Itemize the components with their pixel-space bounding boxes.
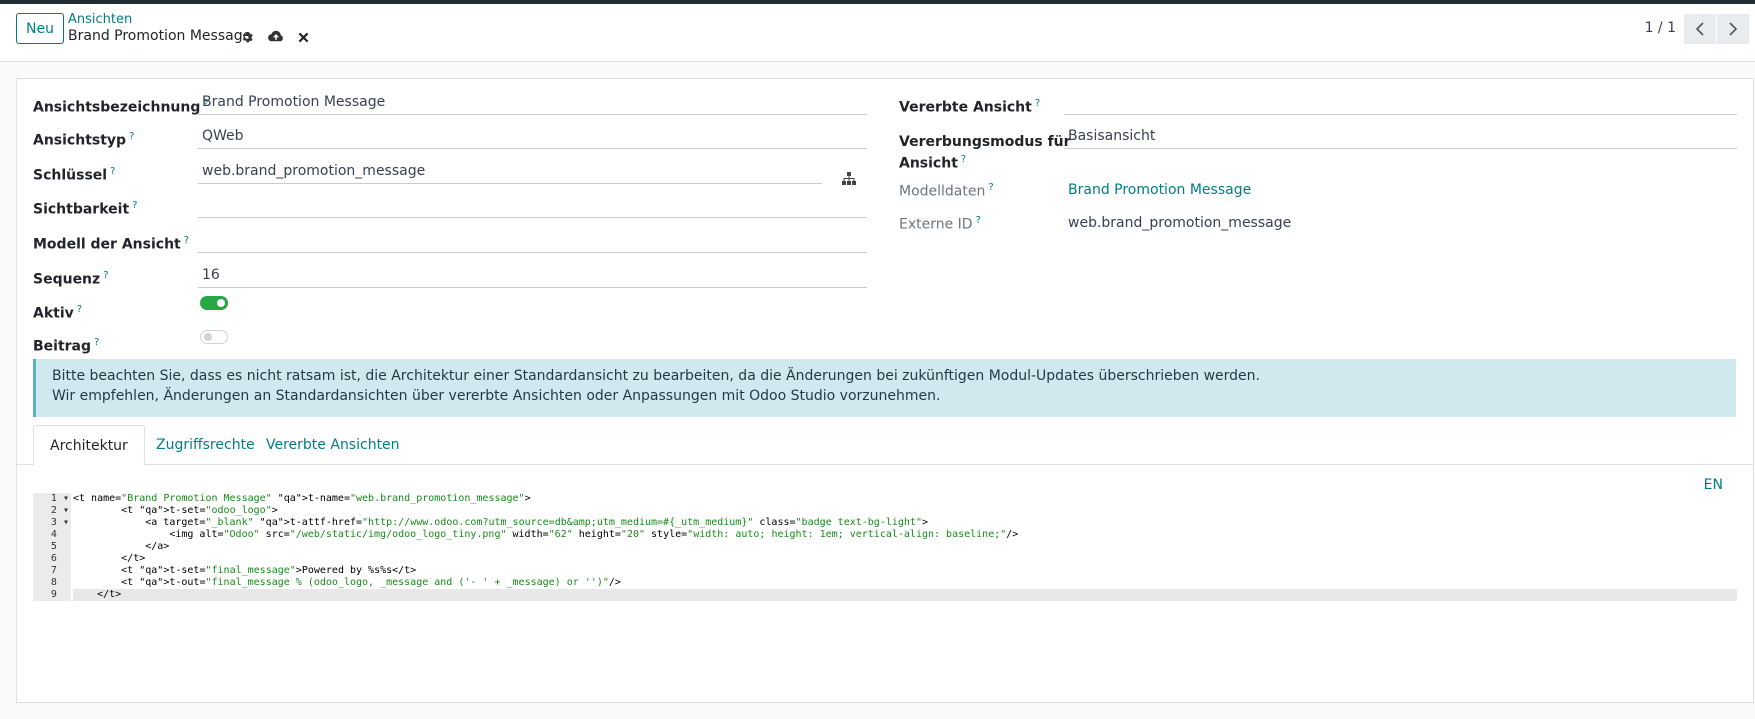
gutter-line: 6 [50, 553, 57, 564]
inheritance-mode-label: Vererbungsmodus für Ansicht? [899, 134, 1071, 172]
gutter-line: 1 ▾ [50, 493, 69, 504]
contribution-toggle[interactable] [200, 330, 228, 344]
visibility-field[interactable] [198, 191, 867, 218]
gutter-line: 8 [50, 577, 57, 588]
code-line[interactable]: <t "qa">t-out="final_message % (odoo_log… [73, 577, 1737, 589]
key-field[interactable]: web.brand_promotion_message [198, 157, 822, 184]
sequence-field[interactable]: 16 [198, 261, 867, 288]
language-button[interactable]: EN [1704, 477, 1723, 493]
pager-next-button[interactable] [1717, 14, 1749, 44]
control-panel: Neu Ansichten Brand Promotion Message 1 … [0, 4, 1755, 62]
code-line-current[interactable]: </t> [73, 589, 1737, 601]
form-sheet: Ansichtsbezeichnung? Brand Promotion Mes… [16, 78, 1754, 703]
discard-close-icon[interactable] [297, 31, 309, 43]
code-line[interactable]: </a> [73, 541, 1737, 553]
breadcrumb-ansichten[interactable]: Ansichten [68, 12, 132, 27]
inherited-view-field[interactable] [1064, 88, 1737, 115]
cloud-upload-icon[interactable] [268, 29, 284, 43]
external-id-value: web.brand_promotion_message [1068, 215, 1292, 231]
code-line[interactable]: <a target="_blank" "qa">t-attf-href="htt… [73, 517, 1737, 529]
pager-previous-button[interactable] [1684, 14, 1716, 44]
contribution-label: Beitrag? [33, 337, 100, 355]
view-type-label: Ansichtstyp? [33, 131, 135, 149]
model-data-link[interactable]: Brand Promotion Message [1068, 182, 1251, 198]
code-line[interactable]: </t> [73, 553, 1737, 565]
notebook-tabs: Architektur Zugriffsrechte Vererbte Ansi… [17, 425, 1753, 466]
alert-line-1: Bitte beachten Sie, dass es nicht ratsam… [52, 368, 1260, 384]
view-name-field[interactable]: Brand Promotion Message [198, 88, 867, 115]
view-model-label: Modell der Ansicht? [33, 235, 190, 253]
gutter-line: 3 ▾ [50, 517, 69, 528]
code-line[interactable]: <t "qa">t-set="odoo_logo"> [73, 505, 1737, 517]
record-title: Brand Promotion Message [68, 28, 252, 44]
gutter-line: 9 [50, 589, 57, 600]
code-line[interactable]: <img alt="Odoo" src="/web/static/img/odo… [73, 529, 1737, 541]
gutter-line: 5 [50, 541, 57, 552]
alert-line-2: Wir empfehlen, Änderungen an Standardans… [52, 388, 941, 404]
gear-icon[interactable] [240, 30, 254, 44]
active-label: Aktiv? [33, 304, 83, 322]
model-data-label: Modelldaten? [899, 182, 994, 200]
code-line[interactable]: <t name="Brand Promotion Message" "qa">t… [73, 493, 1737, 505]
gutter-line: 7 [50, 565, 57, 576]
new-button[interactable]: Neu [16, 13, 64, 44]
external-id-label: Externe ID? [899, 215, 981, 233]
active-toggle[interactable] [200, 296, 228, 310]
visibility-label: Sichtbarkeit? [33, 200, 138, 218]
code-line[interactable]: <t "qa">t-set="final_message">Powered by… [73, 565, 1737, 577]
key-label: Schlüssel? [33, 166, 116, 184]
view-name-label: Ansichtsbezeichnung? [33, 98, 209, 116]
tab-architecture[interactable]: Architektur [33, 425, 145, 466]
inherited-view-label: Vererbte Ansicht? [899, 98, 1041, 116]
code-editor[interactable]: 1 ▾ 2 ▾ 3 ▾ 4 5 6 7 8 9 <t name="Brand P… [33, 493, 1737, 613]
pager-value[interactable]: 1 / 1 [1645, 20, 1676, 36]
gutter-line: 2 ▾ [50, 505, 69, 516]
editor-gutter: 1 ▾ 2 ▾ 3 ▾ 4 5 6 7 8 9 [33, 493, 71, 601]
tab-inherited-views[interactable]: Vererbte Ansichten [250, 425, 416, 465]
inheritance-mode-field[interactable]: Basisansicht [1064, 122, 1737, 149]
sequence-label: Sequenz? [33, 270, 109, 288]
sitemap-icon[interactable] [841, 171, 857, 185]
gutter-line: 4 [50, 529, 57, 540]
view-type-field[interactable]: QWeb [198, 122, 867, 149]
code-content[interactable]: <t name="Brand Promotion Message" "qa">t… [73, 493, 1737, 601]
warning-alert: Bitte beachten Sie, dass es nicht ratsam… [33, 359, 1736, 417]
view-model-field[interactable] [198, 226, 867, 253]
